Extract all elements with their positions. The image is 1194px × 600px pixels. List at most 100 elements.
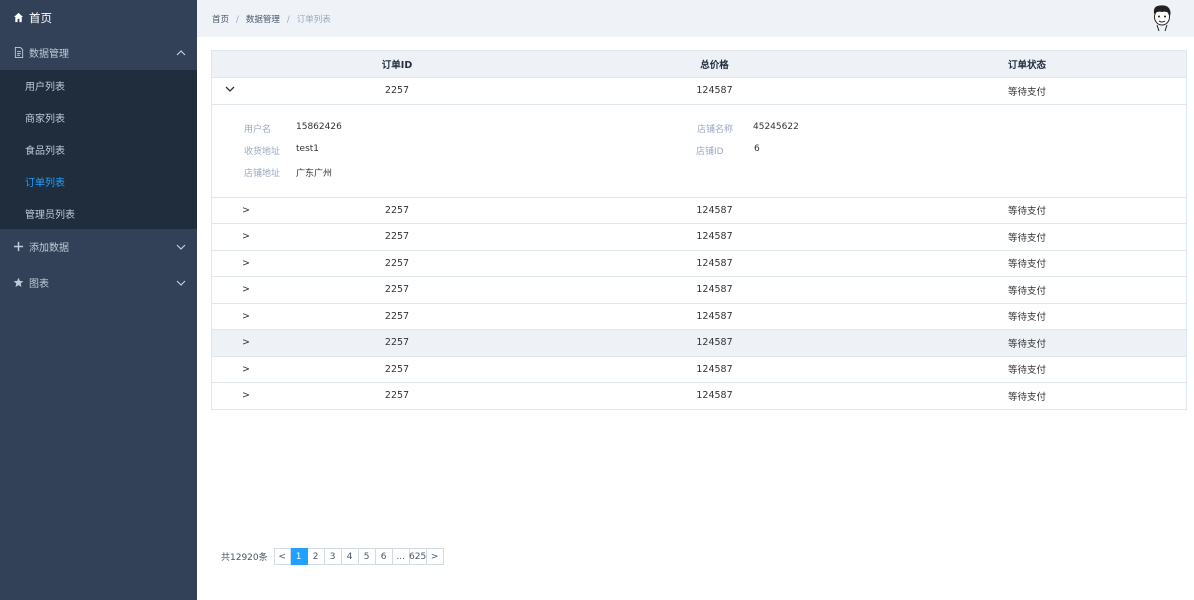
total-price: 124587 bbox=[696, 204, 733, 216]
order-id: 2257 bbox=[384, 310, 410, 322]
detail-value: 45245622 bbox=[753, 121, 799, 132]
table-header: 订单ID 总价格 订单状态 bbox=[212, 51, 1186, 78]
orders-table: 订单ID 总价格 订单状态 2257 124587 等待支付 用户名 15862… bbox=[211, 50, 1187, 410]
breadcrumb-current: 订单列表 bbox=[296, 14, 331, 25]
sidebar-item-add-data[interactable]: 添加数据 bbox=[0, 229, 197, 265]
top-header: 首页 / 数据管理 / 订单列表 bbox=[197, 0, 1194, 37]
expand-icon[interactable]: > bbox=[212, 205, 282, 216]
order-id: 2257 bbox=[384, 204, 410, 216]
prev-page-button[interactable]: < bbox=[273, 548, 291, 565]
table-row-expanded[interactable]: 2257 124587 等待支付 bbox=[212, 78, 1186, 105]
detail-value: 15862426 bbox=[296, 121, 342, 132]
page-button[interactable]: 5 bbox=[358, 548, 376, 565]
sidebar: 首页 数据管理 用户列表 商家列表 食品列表 订单列表 管理员列表 添加数据 图… bbox=[0, 0, 197, 600]
sidebar-item-foods[interactable]: 食品列表 bbox=[0, 134, 197, 166]
sidebar-item-admins[interactable]: 管理员列表 bbox=[0, 197, 197, 229]
page-button[interactable]: 3 bbox=[324, 548, 342, 565]
breadcrumb-section: 数据管理 bbox=[245, 14, 280, 25]
document-icon bbox=[13, 47, 24, 58]
total-price: 124587 bbox=[696, 390, 733, 402]
column-header-order-id: 订单ID bbox=[381, 60, 413, 71]
sidebar-item-label: 图表 bbox=[29, 279, 49, 291]
sidebar-item-shops[interactable]: 商家列表 bbox=[0, 102, 197, 134]
chevron-up-icon bbox=[175, 47, 187, 59]
order-detail-panel: 用户名 15862426 收货地址 test1 店铺地址 广东广州 店铺名称 4… bbox=[212, 105, 1186, 198]
expand-icon[interactable]: > bbox=[212, 258, 282, 269]
sidebar-item-home[interactable]: 首页 bbox=[0, 0, 197, 35]
detail-shop-address: 店铺地址 广东广州 bbox=[244, 166, 332, 179]
pagination-total: 共12920条 bbox=[221, 553, 268, 563]
total-price: 124587 bbox=[696, 337, 733, 349]
sidebar-item-orders[interactable]: 订单列表 bbox=[0, 165, 197, 197]
expand-icon[interactable]: > bbox=[212, 231, 282, 242]
sidebar-item-label: 首页 bbox=[29, 10, 52, 25]
total-price: 124587 bbox=[696, 85, 733, 97]
order-id: 2257 bbox=[384, 284, 410, 296]
chevron-down-icon bbox=[175, 277, 187, 289]
total-price: 124587 bbox=[696, 257, 733, 269]
breadcrumb: 首页 / 数据管理 / 订单列表 bbox=[212, 13, 331, 25]
detail-label: 用户名 bbox=[244, 124, 272, 135]
main-content: 首页 / 数据管理 / 订单列表 订单ID 总价格 订单状态 2257 1245… bbox=[197, 0, 1194, 600]
page-button[interactable]: 625 bbox=[409, 548, 427, 565]
column-header-order-status: 订单状态 bbox=[1007, 60, 1046, 71]
total-price: 124587 bbox=[696, 231, 733, 243]
breadcrumb-separator: / bbox=[236, 14, 239, 25]
total-price: 124587 bbox=[696, 363, 733, 375]
page-ellipsis[interactable]: ... bbox=[392, 548, 410, 565]
total-price: 124587 bbox=[696, 310, 733, 322]
table-row[interactable]: > 2257 124587 等待支付 bbox=[212, 277, 1186, 304]
table-row[interactable]: > 2257 124587 等待支付 bbox=[212, 251, 1186, 277]
expand-icon[interactable]: > bbox=[212, 284, 282, 295]
table-row[interactable]: > 2257 124587 等待支付 bbox=[212, 304, 1186, 330]
page-button[interactable]: 1 bbox=[290, 548, 308, 565]
detail-value: 广东广州 bbox=[296, 168, 333, 179]
breadcrumb-separator: / bbox=[286, 14, 290, 25]
expand-icon[interactable]: > bbox=[212, 364, 282, 375]
expand-icon[interactable]: > bbox=[212, 337, 282, 348]
table-row[interactable]: > 2257 124587 等待支付 bbox=[212, 383, 1186, 410]
detail-value: test1 bbox=[296, 143, 320, 154]
table-row[interactable]: > 2257 124587 等待支付 bbox=[212, 224, 1186, 251]
next-page-button[interactable]: > bbox=[426, 548, 444, 565]
order-id: 2257 bbox=[384, 257, 410, 269]
detail-username: 用户名 15862426 bbox=[244, 122, 342, 135]
detail-shop-id: 店铺ID 6 bbox=[696, 144, 760, 157]
order-id: 2257 bbox=[384, 85, 410, 97]
chevron-down-icon[interactable] bbox=[224, 85, 236, 96]
detail-label: 收货地址 bbox=[244, 146, 281, 157]
submenu-data-manage: 用户列表 商家列表 食品列表 订单列表 管理员列表 bbox=[0, 70, 197, 229]
chevron-down-icon bbox=[175, 241, 187, 253]
order-status: 等待支付 bbox=[1007, 391, 1046, 403]
order-status: 等待支付 bbox=[1007, 312, 1046, 324]
sidebar-item-data-manage[interactable]: 数据管理 bbox=[0, 35, 197, 70]
order-status: 等待支付 bbox=[1007, 338, 1046, 350]
sidebar-item-label: 数据管理 bbox=[29, 49, 69, 60]
detail-label: 店铺名称 bbox=[697, 124, 734, 135]
expand-icon[interactable]: > bbox=[212, 390, 282, 401]
order-id: 2257 bbox=[384, 231, 410, 243]
avatar-icon[interactable] bbox=[1150, 4, 1174, 32]
table-row[interactable]: > 2257 124587 等待支付 bbox=[212, 330, 1186, 357]
sidebar-item-users[interactable]: 用户列表 bbox=[0, 70, 197, 102]
sidebar-item-label: 添加数据 bbox=[29, 243, 69, 255]
total-price: 124587 bbox=[696, 284, 733, 296]
order-status: 等待支付 bbox=[1007, 285, 1046, 297]
order-status: 等待支付 bbox=[1007, 86, 1046, 98]
page-button[interactable]: 4 bbox=[341, 548, 359, 565]
detail-address: 收货地址 test1 bbox=[244, 144, 319, 157]
order-id: 2257 bbox=[384, 363, 410, 375]
sidebar-item-charts[interactable]: 图表 bbox=[0, 265, 197, 301]
page-button[interactable]: 6 bbox=[375, 548, 393, 565]
star-icon bbox=[13, 277, 24, 288]
order-status: 等待支付 bbox=[1007, 206, 1046, 218]
table-row[interactable]: > 2257 124587 等待支付 bbox=[212, 357, 1186, 383]
expand-icon[interactable]: > bbox=[212, 311, 282, 322]
detail-value: 6 bbox=[754, 143, 760, 154]
column-header-total-price: 总价格 bbox=[700, 60, 729, 71]
page-button[interactable]: 2 bbox=[307, 548, 325, 565]
detail-shop-name: 店铺名称 45245622 bbox=[697, 122, 799, 135]
table-row[interactable]: > 2257 124587 等待支付 bbox=[212, 198, 1186, 224]
breadcrumb-home[interactable]: 首页 bbox=[212, 15, 229, 25]
order-id: 2257 bbox=[384, 390, 410, 402]
